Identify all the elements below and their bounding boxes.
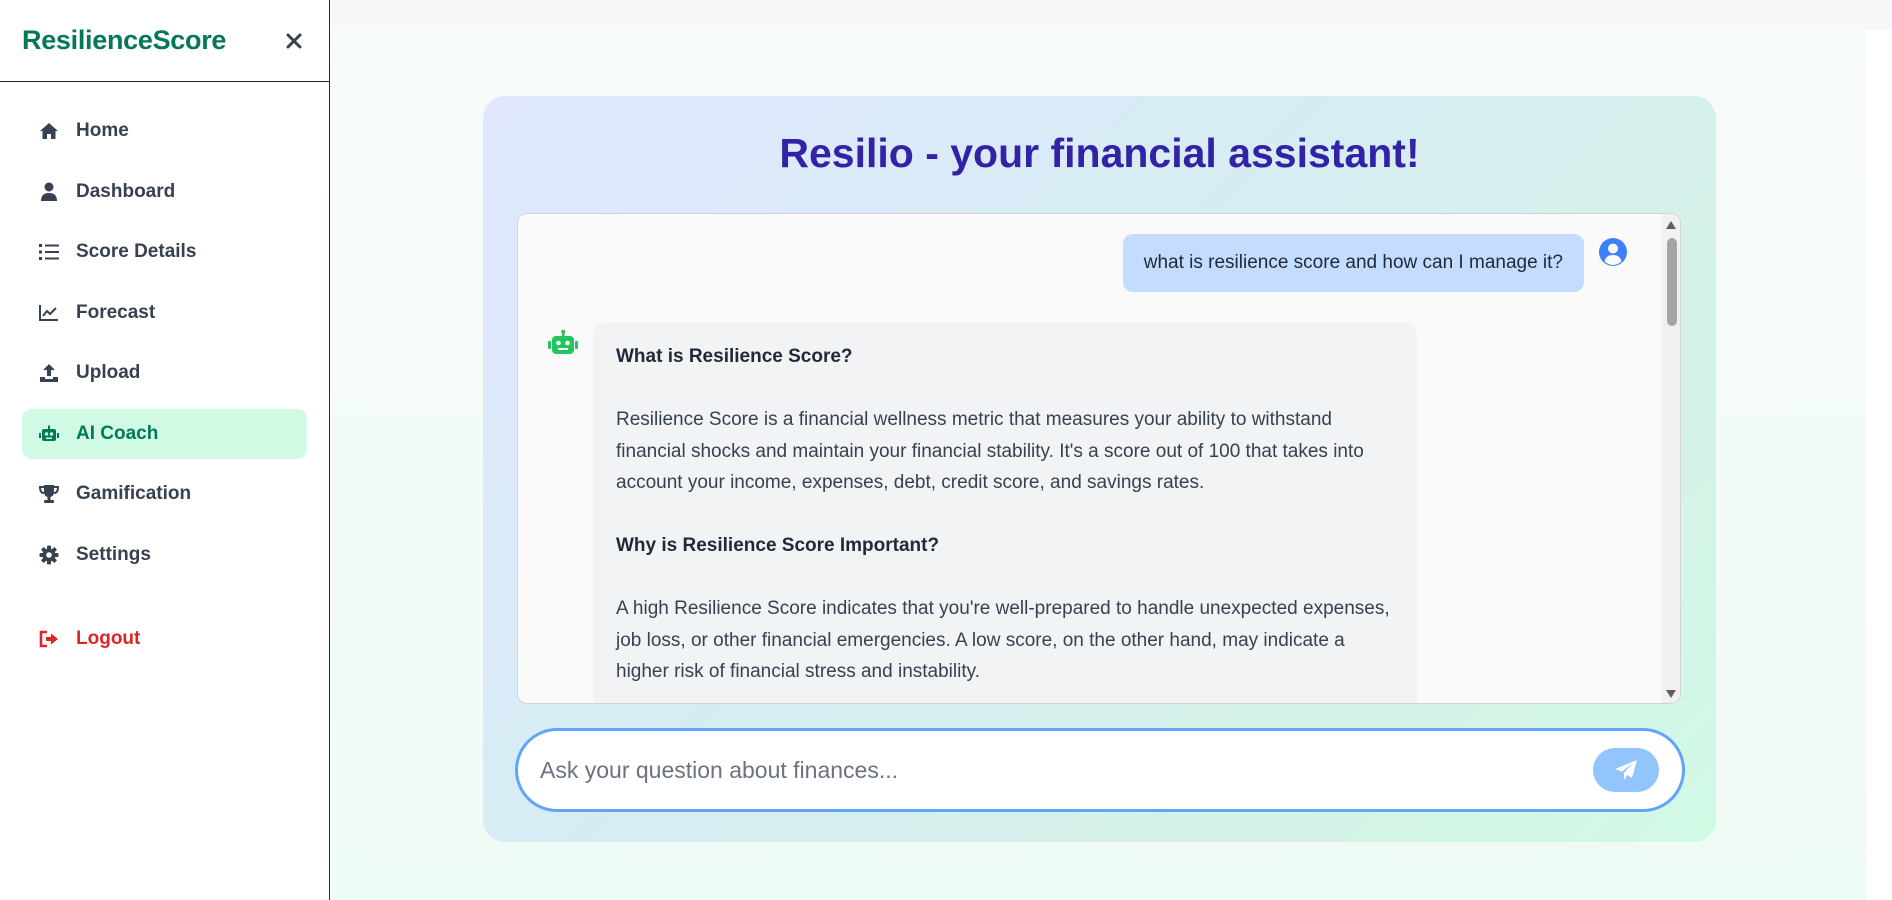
bot-message-paragraph: Resilience Score is a financial wellness… xyxy=(616,409,1364,493)
sidebar-item-ai-coach[interactable]: AI Coach xyxy=(22,408,307,459)
bot-avatar-icon xyxy=(548,329,578,356)
bot-message-paragraph: A high Resilience Score indicates that y… xyxy=(616,598,1390,682)
chat-input[interactable] xyxy=(540,756,1540,784)
top-bar xyxy=(331,0,1892,30)
send-button[interactable] xyxy=(1593,748,1659,792)
user-icon xyxy=(38,181,60,203)
trophy-icon xyxy=(38,483,60,505)
sidebar-item-label: Upload xyxy=(76,362,141,383)
logout-button[interactable]: Logout xyxy=(22,614,307,664)
chat-window[interactable]: what is resilience score and how can I m… xyxy=(517,213,1681,704)
logout-icon xyxy=(38,628,60,650)
sidebar-item-label: Home xyxy=(76,120,129,141)
sidebar-item-settings[interactable]: Settings xyxy=(22,530,307,580)
page-title: Resilio - your financial assistant! xyxy=(779,130,1420,176)
list-icon xyxy=(38,241,60,263)
gear-icon xyxy=(38,544,60,566)
chat-scrollbar[interactable] xyxy=(1662,214,1680,703)
sidebar: ResilienceScore Home Dashboard Score Det… xyxy=(0,0,330,900)
sidebar-nav: Home Dashboard Score Details Forecast Up… xyxy=(0,82,329,664)
sidebar-item-score-details[interactable]: Score Details xyxy=(22,227,307,277)
bot-message: What is Resilience Score? Resilience Sco… xyxy=(593,323,1417,703)
sidebar-item-label: Forecast xyxy=(76,301,156,323)
user-message: what is resilience score and how can I m… xyxy=(1122,234,1584,292)
chat-card: Resilio - your financial assistant! what… xyxy=(483,96,1716,842)
sidebar-item-label: Settings xyxy=(76,543,151,565)
sidebar-item-label: Dashboard xyxy=(76,180,176,202)
bot-message-heading: What is Resilience Score? xyxy=(616,346,853,367)
scroll-thumb[interactable] xyxy=(1667,238,1677,326)
sidebar-item-gamification[interactable]: Gamification xyxy=(22,469,307,519)
sidebar-header: ResilienceScore xyxy=(0,0,329,82)
main-content: Resilio - your financial assistant! what… xyxy=(331,0,1892,900)
send-icon xyxy=(1615,760,1637,780)
right-margin xyxy=(1866,30,1892,900)
robot-icon xyxy=(38,423,60,445)
sidebar-item-label: AI Coach xyxy=(76,422,159,444)
logout-label: Logout xyxy=(76,627,141,649)
sidebar-item-home[interactable]: Home xyxy=(22,106,307,156)
sidebar-item-label: Gamification xyxy=(76,483,192,504)
scroll-down-icon[interactable] xyxy=(1666,690,1676,698)
bot-message-heading: Why is Resilience Score Important? xyxy=(616,535,940,556)
sidebar-item-label: Score Details xyxy=(76,241,197,262)
upload-icon xyxy=(38,362,60,384)
sidebar-item-forecast[interactable]: Forecast xyxy=(22,288,307,338)
scroll-up-icon[interactable] xyxy=(1666,221,1676,229)
home-icon xyxy=(38,120,60,142)
brand-logo[interactable]: ResilienceScore xyxy=(22,25,226,56)
close-icon[interactable] xyxy=(281,28,307,54)
user-avatar-icon xyxy=(1598,237,1628,267)
line-chart-icon xyxy=(38,302,60,324)
sidebar-item-upload[interactable]: Upload xyxy=(22,348,307,398)
chat-input-bar xyxy=(515,728,1685,812)
sidebar-item-dashboard[interactable]: Dashboard xyxy=(22,167,307,217)
